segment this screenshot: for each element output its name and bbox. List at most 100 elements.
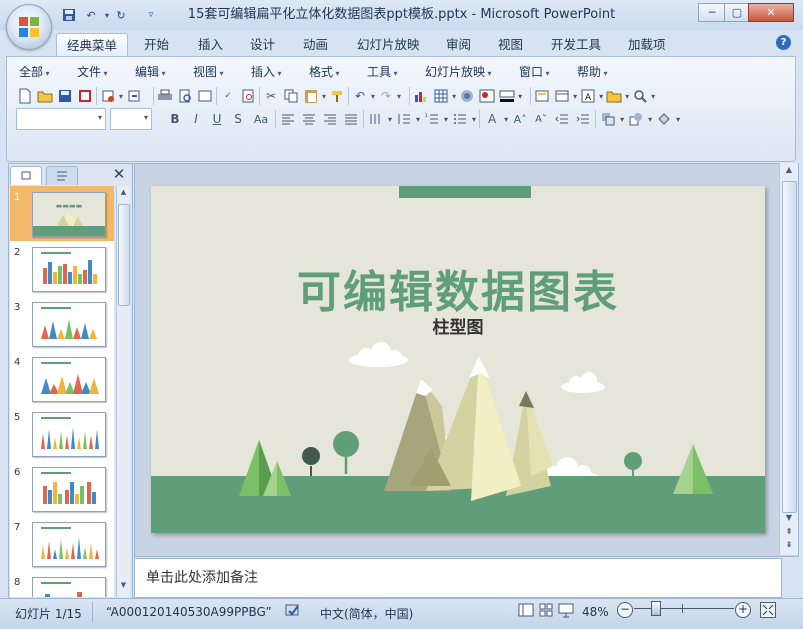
menu-window[interactable]: 窗口 [519,63,550,81]
change-case-icon[interactable]: Aa [250,110,272,128]
line-spacing-icon[interactable] [395,110,413,128]
font-color-icon[interactable]: A [483,110,501,128]
scroll-up-icon[interactable]: ▲ [782,165,796,179]
paste-dropdown-icon[interactable]: ▾ [322,92,326,101]
arrange-icon[interactable] [599,110,617,128]
undo-toolbar-icon[interactable]: ↶ [351,87,369,105]
line-color-dropdown-icon[interactable]: ▾ [518,92,522,101]
new-slide-icon[interactable] [533,87,551,105]
slide-subtitle[interactable]: 柱型图 [151,313,765,338]
permission-dropdown-icon[interactable]: ▾ [119,92,123,101]
bullets-icon[interactable] [451,110,469,128]
next-slide-icon[interactable]: ⇟ [782,540,796,552]
tab-animation[interactable]: 动画 [293,33,338,56]
arrange-dropdown-icon[interactable]: ▾ [620,115,624,124]
spelling-check-icon[interactable] [284,602,302,620]
line-color-icon[interactable] [498,87,516,105]
font-size-combo[interactable]: ▾ [110,108,152,130]
numbering-dropdown-icon[interactable]: ▾ [444,115,448,124]
theme-name[interactable]: “A000120140530A99PPBG” [106,605,272,619]
shapes-dropdown-icon[interactable]: ▾ [648,115,652,124]
slide-thumbnail-2[interactable]: 2 [10,241,114,296]
align-center-icon[interactable] [300,110,318,128]
font-name-combo[interactable]: ▾ [16,108,106,130]
decrease-indent-icon[interactable] [553,110,571,128]
line-spacing-dropdown-icon[interactable]: ▾ [416,115,420,124]
slide-thumbnail-4[interactable]: 4 [10,351,114,406]
menu-slideshow[interactable]: 幻灯片放映 [425,63,492,81]
slide-title[interactable]: 可编辑数据图表 [151,256,765,320]
spelling-icon[interactable]: ✓ [219,87,237,105]
slide-sorter-icon[interactable] [538,602,554,618]
menu-help[interactable]: 帮助 [577,63,608,81]
close-panel-icon[interactable]: ✕ [112,166,126,182]
tab-view[interactable]: 视图 [488,33,533,56]
format-painter-icon[interactable] [328,87,346,105]
zoom-slider-track[interactable] [634,608,734,609]
paste-icon[interactable] [302,87,320,105]
increase-font-icon[interactable]: A˄ [511,110,529,128]
slide-canvas[interactable]: 可编辑数据图表 柱型图 [151,186,765,533]
underline-icon[interactable]: U [208,110,226,128]
text-direction-dropdown-icon[interactable]: ▾ [388,115,392,124]
language-indicator[interactable]: 中文(简体，中国) [320,605,413,622]
insert-picture-icon[interactable] [458,87,476,105]
bold-icon[interactable]: B [166,110,184,128]
shadow-icon[interactable]: S [229,110,247,128]
slide-thumbnail-8[interactable]: 8 [10,571,114,597]
justify-icon[interactable] [342,110,360,128]
save-as-pdf-icon[interactable] [76,87,94,105]
scroll-down-icon[interactable]: ▼ [118,581,129,593]
tab-design[interactable]: 设计 [240,33,285,56]
align-left-icon[interactable] [279,110,297,128]
previous-slide-icon[interactable]: ⇞ [782,527,796,539]
redo-toolbar-dropdown-icon[interactable]: ▾ [397,92,401,101]
tab-review[interactable]: 审阅 [436,33,481,56]
save-icon[interactable] [60,7,78,23]
find-dropdown-icon[interactable]: ▾ [651,92,655,101]
menu-all[interactable]: 全部 [19,63,50,81]
minimize-button[interactable]: ─ [698,3,726,22]
zoom-slider-thumb[interactable] [651,601,661,616]
office-button[interactable] [6,4,52,50]
close-button[interactable]: ✕ [748,3,794,22]
redo-icon[interactable]: ↻ [112,7,130,23]
view-icon[interactable] [196,87,214,105]
notes-placeholder[interactable]: 单击此处添加备注 [146,567,258,587]
tab-slideshow[interactable]: 幻灯片放映 [347,33,430,56]
tab-home[interactable]: 开始 [134,33,179,56]
undo-toolbar-dropdown-icon[interactable]: ▾ [371,92,375,101]
slideshow-view-icon[interactable] [558,602,574,618]
insert-clipart-icon[interactable] [478,87,496,105]
insert-table-dropdown-icon[interactable]: ▾ [452,92,456,101]
shapes-icon[interactable] [627,110,645,128]
tab-slides[interactable] [10,166,42,185]
open-folder-icon[interactable] [36,87,54,105]
slide-thumbnail-1[interactable]: 1 ▬▬▬▬ [10,186,114,241]
slide-thumbnail-5[interactable]: 5 [10,406,114,461]
permission-icon[interactable] [99,87,117,105]
font-color-dropdown-icon[interactable]: ▾ [504,115,508,124]
layout-dropdown-icon[interactable]: ▾ [573,92,577,101]
align-right-icon[interactable] [321,110,339,128]
tab-classic-menu[interactable]: 经典菜单 [56,33,129,57]
menu-view[interactable]: 视图 [193,63,224,81]
textbox-icon[interactable]: A [579,87,597,105]
decrease-font-icon[interactable]: A˅ [532,110,550,128]
print-preview-icon[interactable] [176,87,194,105]
textbox-dropdown-icon[interactable]: ▾ [599,92,603,101]
italic-icon[interactable]: I [187,110,205,128]
slide-scrollbar[interactable]: ▲ ▼ ⇞ ⇟ [779,163,798,555]
menu-file[interactable]: 文件 [77,63,108,81]
insert-chart-icon[interactable] [412,87,430,105]
cut-icon[interactable]: ✂ [262,87,280,105]
tab-outline[interactable] [46,166,78,185]
scroll-thumb[interactable] [782,181,797,513]
new-document-icon[interactable] [16,87,34,105]
zoom-in-icon[interactable]: + [735,602,751,618]
save-disk-icon[interactable] [56,87,74,105]
scroll-up-icon[interactable]: ▲ [118,188,129,200]
menu-format[interactable]: 格式 [309,63,340,81]
redo-toolbar-icon[interactable]: ↷ [377,87,395,105]
slide-thumbnail-7[interactable]: 7 [10,516,114,571]
